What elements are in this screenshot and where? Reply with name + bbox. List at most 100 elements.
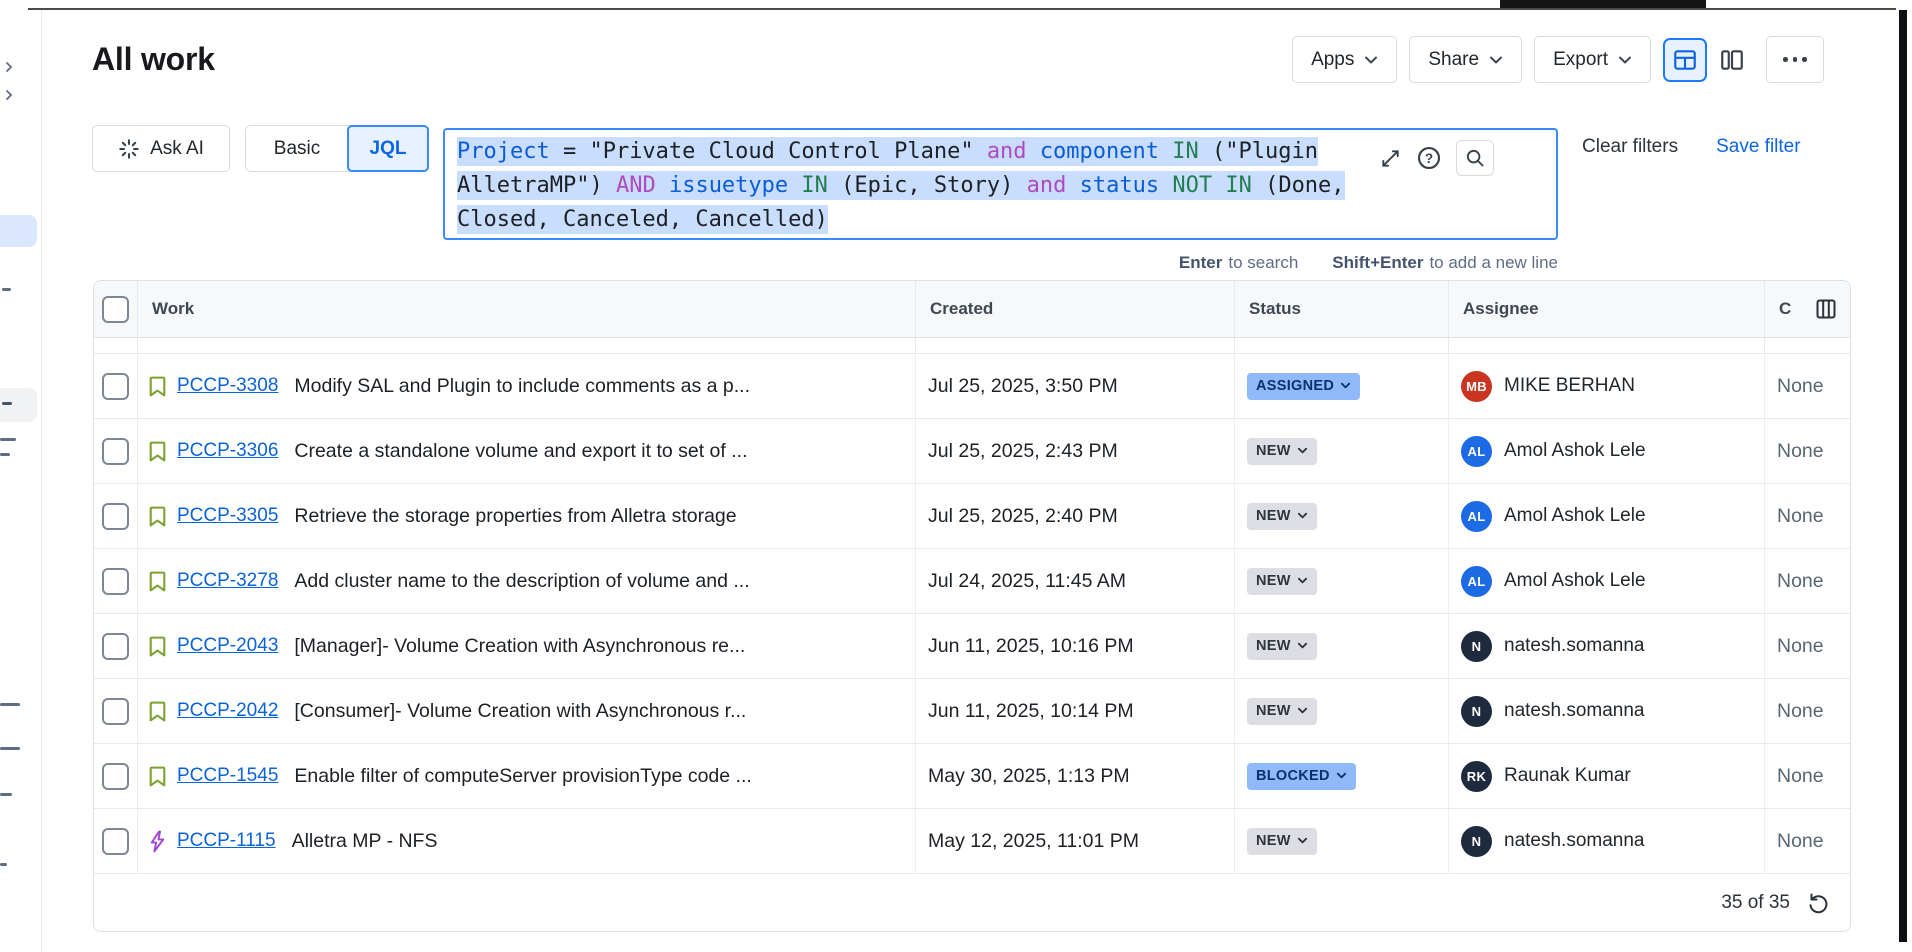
created-date: Jul 24, 2025, 11:45 AM bbox=[928, 570, 1126, 593]
table-row[interactable]: PCCP-2042 [Consumer]- Volume Creation wit… bbox=[94, 679, 1850, 744]
issue-key-link[interactable]: PCCP-2042 bbox=[177, 700, 278, 722]
assignee-cell: MBMIKE BERHAN bbox=[1449, 354, 1765, 418]
column-header-work[interactable]: Work bbox=[138, 281, 916, 337]
assignee-cell: Nnatesh.somanna bbox=[1449, 679, 1765, 743]
run-search-button[interactable] bbox=[1456, 140, 1494, 176]
refresh-button[interactable] bbox=[1806, 891, 1830, 915]
issue-summary[interactable]: Enable filter of computeServer provision… bbox=[294, 765, 751, 788]
status-dropdown[interactable]: NEW bbox=[1247, 438, 1317, 465]
issue-summary[interactable]: Alletra MP - NFS bbox=[292, 830, 438, 853]
row-checkbox-cell bbox=[94, 484, 138, 548]
detail-view-button[interactable] bbox=[1710, 38, 1754, 82]
row-checkbox[interactable] bbox=[102, 633, 129, 660]
created-date: Jun 11, 2025, 10:16 PM bbox=[928, 635, 1134, 658]
truncated-column-cell: None bbox=[1765, 744, 1850, 808]
truncated-column-value: None bbox=[1777, 375, 1824, 398]
row-checkbox-cell bbox=[94, 679, 138, 743]
truncated-column-value: None bbox=[1777, 505, 1824, 528]
row-checkbox[interactable] bbox=[102, 698, 129, 725]
table-row[interactable]: PCCP-3306 Create a standalone volume and … bbox=[94, 419, 1850, 484]
assignee-cell: Nnatesh.somanna bbox=[1449, 809, 1765, 873]
more-options-button[interactable] bbox=[1766, 36, 1824, 83]
issue-key-link[interactable]: PCCP-3278 bbox=[177, 570, 278, 592]
issue-summary[interactable]: Create a standalone volume and export it… bbox=[294, 440, 747, 463]
search-icon bbox=[1464, 147, 1486, 169]
work-cell: PCCP-2042 [Consumer]- Volume Creation wit… bbox=[138, 679, 916, 743]
filter-links: Clear filters Save filter bbox=[1582, 136, 1801, 158]
status-cell: NEW bbox=[1235, 419, 1449, 483]
truncated-column-cell: None bbox=[1765, 484, 1850, 548]
issue-summary[interactable]: [Manager]- Volume Creation with Asynchro… bbox=[294, 635, 745, 658]
table-row[interactable]: PCCP-3305 Retrieve the storage properties… bbox=[94, 484, 1850, 549]
chevron-down-icon bbox=[1297, 577, 1308, 585]
work-cell: PCCP-2043 [Manager]- Volume Creation with… bbox=[138, 614, 916, 678]
column-header-truncated[interactable]: C bbox=[1765, 281, 1850, 337]
issue-key-link[interactable]: PCCP-2043 bbox=[177, 635, 278, 657]
issue-key-link[interactable]: PCCP-3305 bbox=[177, 505, 278, 527]
status-cell: NEW bbox=[1235, 549, 1449, 613]
jql-editor-input[interactable]: Project = "Private Cloud Control Plane" … bbox=[443, 128, 1558, 240]
share-button[interactable]: Share bbox=[1409, 36, 1522, 83]
status-dropdown[interactable]: NEW bbox=[1247, 568, 1317, 595]
issue-summary[interactable]: Retrieve the storage properties from All… bbox=[294, 505, 736, 528]
issue-summary[interactable]: Modify SAL and Plugin to include comment… bbox=[294, 375, 750, 398]
syntax-help-button[interactable]: ? bbox=[1416, 145, 1442, 171]
issue-summary[interactable]: Add cluster name to the description of v… bbox=[294, 570, 749, 593]
select-all-checkbox[interactable] bbox=[102, 296, 129, 323]
ai-sparkle-icon bbox=[118, 138, 140, 160]
status-dropdown[interactable]: NEW bbox=[1247, 698, 1317, 725]
query-mode-toggle: Basic JQL bbox=[245, 125, 429, 172]
column-header-assignee[interactable]: Assignee bbox=[1449, 281, 1765, 337]
work-cell: PCCP-3308 Modify SAL and Plugin to includ… bbox=[138, 354, 916, 418]
table-row[interactable]: PCCP-1115Alletra MP - NFSMay 12, 2025, 1… bbox=[94, 809, 1850, 874]
row-checkbox[interactable] bbox=[102, 438, 129, 465]
clear-filters-button[interactable]: Clear filters bbox=[1582, 136, 1678, 158]
page-title: All work bbox=[92, 36, 215, 83]
table-row[interactable]: PCCP-3278 Add cluster name to the descrip… bbox=[94, 549, 1850, 614]
table-row[interactable]: PCCP-3308 Modify SAL and Plugin to includ… bbox=[94, 354, 1850, 419]
sidebar-active-item-fragment[interactable] bbox=[0, 215, 37, 247]
status-dropdown[interactable]: BLOCKED bbox=[1247, 763, 1356, 790]
row-checkbox[interactable] bbox=[102, 568, 129, 595]
issue-key-link[interactable]: PCCP-3308 bbox=[177, 375, 278, 397]
issue-summary[interactable]: [Consumer]- Volume Creation with Asynchr… bbox=[294, 700, 746, 723]
sidebar-hover-item-fragment[interactable] bbox=[0, 388, 37, 422]
assignee-name: MIKE BERHAN bbox=[1504, 375, 1635, 397]
table-view-button[interactable] bbox=[1663, 38, 1707, 82]
result-count: 35 of 35 bbox=[1721, 892, 1790, 914]
sidebar-text-fragment bbox=[2, 402, 12, 405]
row-checkbox[interactable] bbox=[102, 373, 129, 400]
basic-mode-button[interactable]: Basic bbox=[246, 126, 348, 171]
more-icon bbox=[1783, 57, 1788, 62]
status-dropdown[interactable]: NEW bbox=[1247, 828, 1317, 855]
table-row[interactable]: PCCP-1545 Enable filter of computeServer … bbox=[94, 744, 1850, 809]
story-icon bbox=[147, 375, 168, 398]
created-cell: Jul 25, 2025, 2:40 PM bbox=[916, 484, 1235, 548]
row-checkbox-cell bbox=[94, 614, 138, 678]
jql-mode-button[interactable]: JQL bbox=[347, 125, 429, 172]
ask-ai-button[interactable]: Ask AI bbox=[92, 125, 230, 172]
issue-key-link[interactable]: PCCP-1115 bbox=[177, 830, 276, 852]
status-dropdown[interactable]: NEW bbox=[1247, 633, 1317, 660]
table-row[interactable]: PCCP-2043 [Manager]- Volume Creation with… bbox=[94, 614, 1850, 679]
chevron-down-icon bbox=[1297, 707, 1308, 715]
column-header-created[interactable]: Created bbox=[916, 281, 1235, 337]
status-cell: NEW bbox=[1235, 484, 1449, 548]
status-dropdown[interactable]: NEW bbox=[1247, 503, 1317, 530]
status-dropdown[interactable]: ASSIGNED bbox=[1247, 373, 1360, 400]
row-checkbox[interactable] bbox=[102, 763, 129, 790]
configure-columns-button[interactable] bbox=[1808, 291, 1844, 327]
assignee-name: Amol Ashok Lele bbox=[1504, 440, 1646, 462]
apps-button[interactable]: Apps bbox=[1292, 36, 1397, 83]
row-checkbox[interactable] bbox=[102, 503, 129, 530]
export-button[interactable]: Export bbox=[1534, 36, 1651, 83]
save-filter-button[interactable]: Save filter bbox=[1716, 136, 1800, 158]
scrolled-row-sliver bbox=[94, 338, 1850, 354]
issue-key-link[interactable]: PCCP-1545 bbox=[177, 765, 278, 787]
issue-key-link[interactable]: PCCP-3306 bbox=[177, 440, 278, 462]
column-header-status[interactable]: Status bbox=[1235, 281, 1449, 337]
avatar: N bbox=[1461, 826, 1492, 857]
expand-editor-button[interactable] bbox=[1379, 147, 1402, 170]
row-checkbox[interactable] bbox=[102, 828, 129, 855]
chevron-down-icon bbox=[1297, 837, 1308, 845]
